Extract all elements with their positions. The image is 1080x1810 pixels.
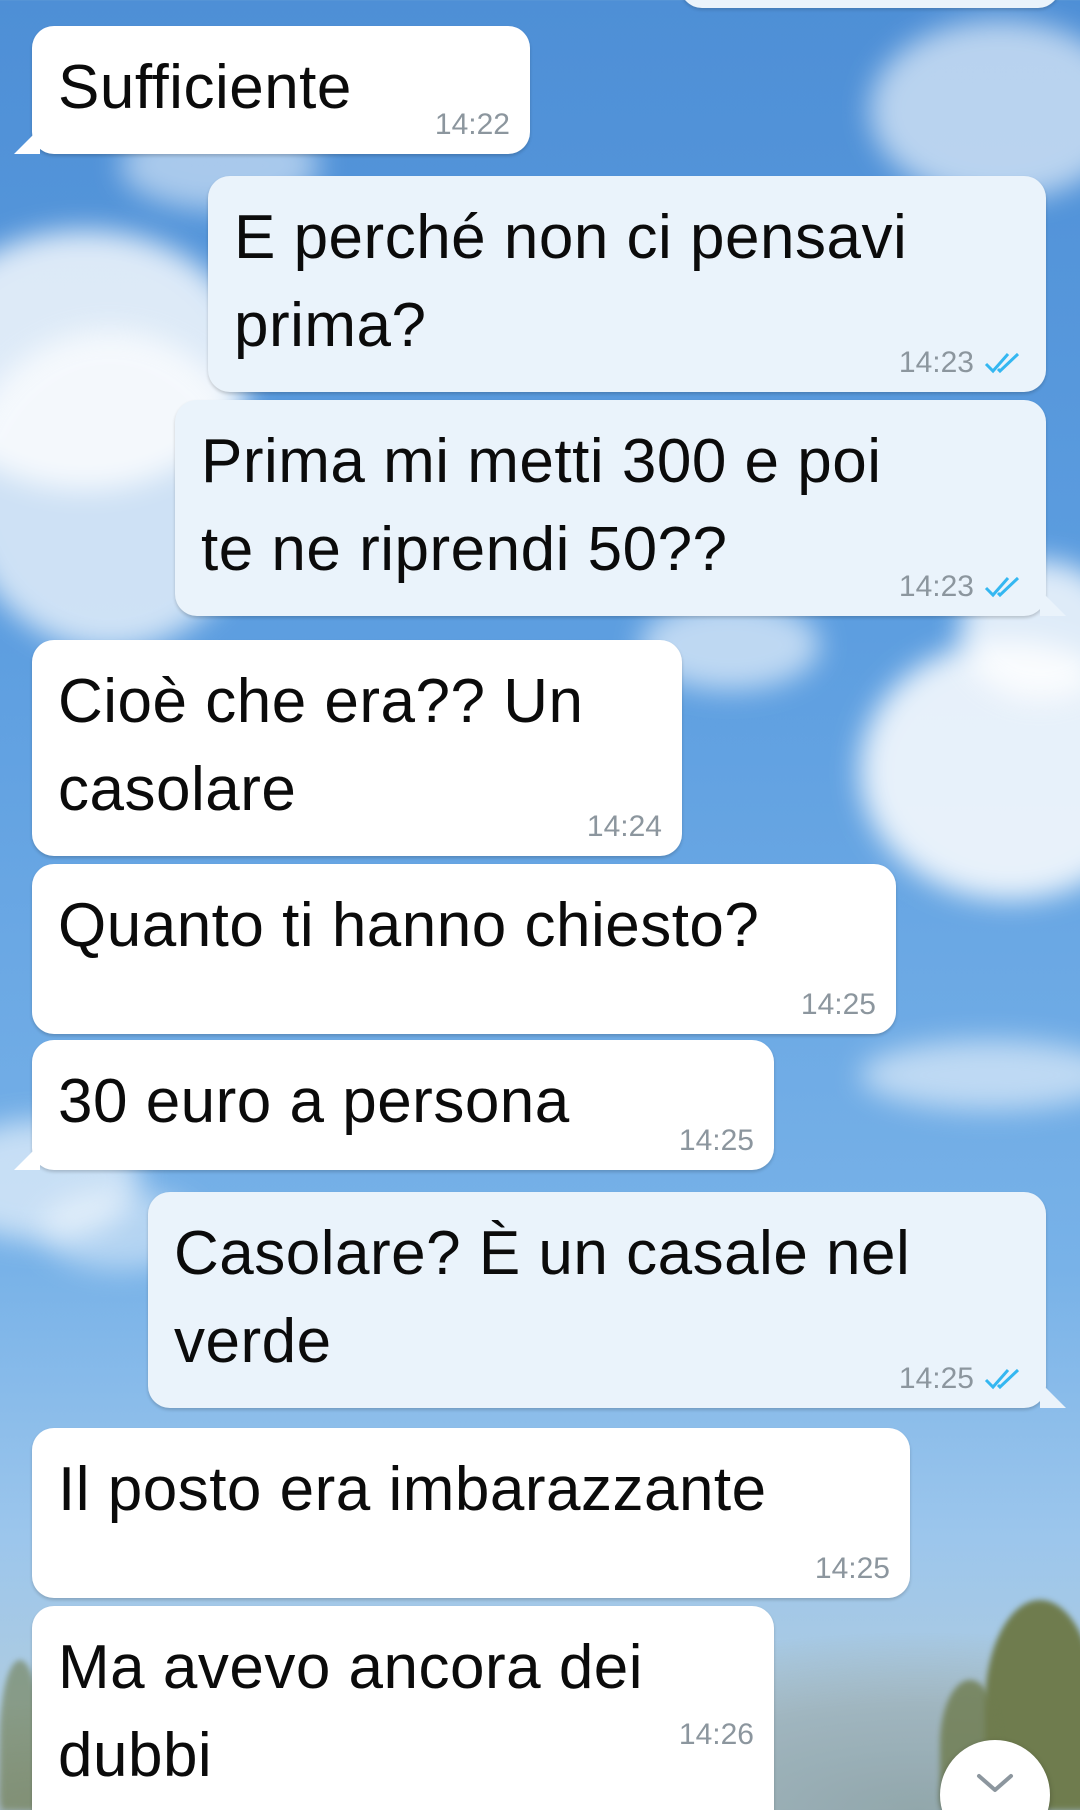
message-incoming[interactable]: Sufficiente 14:22 (32, 26, 530, 154)
message-outgoing[interactable]: E perché non ci pensavi prima? 14:23 (208, 176, 1046, 392)
message-line: verde (174, 1307, 332, 1376)
message-text: Il posto era imbarazzante (58, 1455, 767, 1524)
message-time: 14:25 (898, 1362, 974, 1395)
message-incoming[interactable]: Il posto era imbarazzante 14:25 (32, 1428, 910, 1598)
message-list[interactable]: Sufficiente 14:22 E perché non ci pensav… (0, 0, 1080, 1810)
message-line: Prima mi metti 300 e poi (201, 427, 882, 496)
message-text: Ma avevo ancora dei dubbi (58, 1624, 748, 1800)
message-time: 14:26 (678, 1718, 754, 1751)
bubble-tail (1040, 1382, 1066, 1408)
double-check-icon (984, 1368, 1020, 1390)
bubble-tail (14, 1144, 40, 1170)
message-time: 14:25 (678, 1124, 754, 1157)
message-text: Casolare? È un casale nel verde (174, 1210, 1020, 1386)
message-time: 14:22 (434, 108, 510, 141)
message-line: E perché non ci pensavi (234, 203, 908, 272)
message-text: Cioè che era?? Un casolare (58, 658, 656, 834)
bubble-tail (1040, 590, 1066, 616)
message-incoming[interactable]: 30 euro a persona 14:25 (32, 1040, 774, 1170)
message-time: 14:23 (898, 570, 974, 603)
message-time: 14:25 (800, 988, 876, 1021)
message-outgoing[interactable]: Casolare? È un casale nel verde 14:25 (148, 1192, 1046, 1408)
message-text: E perché non ci pensavi prima? (234, 194, 1020, 370)
message-text: 30 euro a persona (58, 1067, 570, 1136)
double-check-icon (984, 576, 1020, 598)
message-line: te ne riprendi 50?? (201, 515, 728, 584)
message-line: dubbi (58, 1721, 213, 1790)
message-text: Quanto ti hanno chiesto? (58, 891, 760, 960)
message-line: Ma avevo ancora dei (58, 1633, 644, 1702)
message-outgoing[interactable]: Prima mi metti 300 e poi te ne riprendi … (175, 400, 1046, 616)
message-time: 14:23 (898, 346, 974, 379)
message-text: Prima mi metti 300 e poi te ne riprendi … (201, 418, 1020, 594)
double-check-icon (984, 352, 1020, 374)
message-incoming[interactable]: Quanto ti hanno chiesto? 14:25 (32, 864, 896, 1034)
message-incoming[interactable]: Cioè che era?? Un casolare 14:24 (32, 640, 682, 856)
message-incoming[interactable]: Ma avevo ancora dei dubbi 14:26 (32, 1606, 774, 1810)
message-time: 14:25 (814, 1552, 890, 1585)
message-line: Casolare? È un casale nel (174, 1219, 911, 1288)
message-line: Cioè che era?? Un (58, 667, 584, 736)
chevron-down-icon (977, 1774, 1013, 1792)
message-line: casolare (58, 755, 297, 824)
message-time: 14:24 (586, 810, 662, 843)
